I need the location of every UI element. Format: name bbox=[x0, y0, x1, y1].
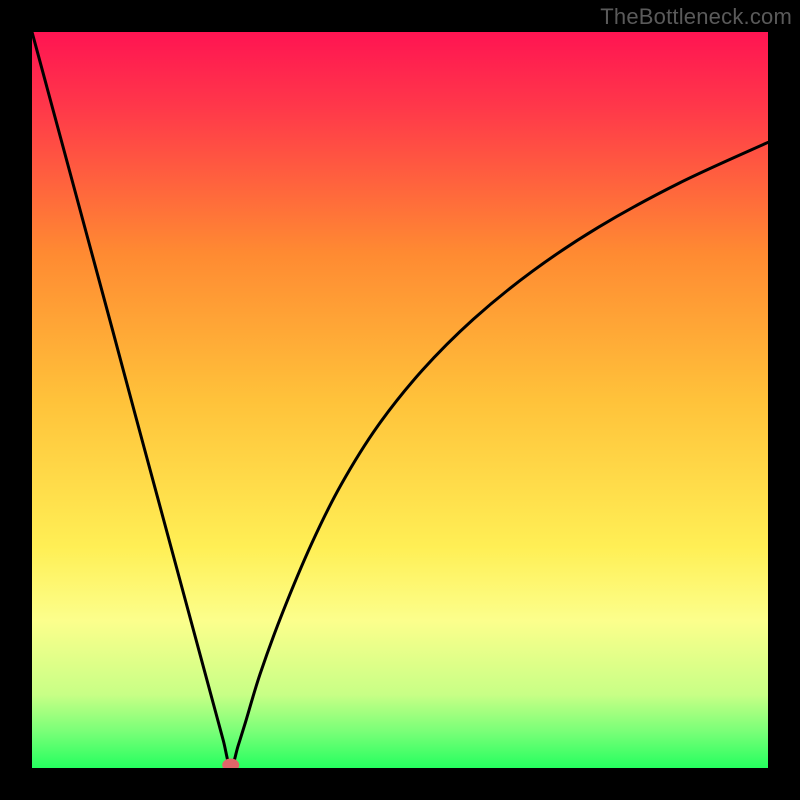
bottleneck-chart bbox=[32, 32, 768, 768]
watermark-text: TheBottleneck.com bbox=[600, 4, 792, 30]
chart-frame: TheBottleneck.com bbox=[0, 0, 800, 800]
minimum-marker bbox=[223, 759, 239, 768]
gradient-background bbox=[32, 32, 768, 768]
plot-area bbox=[32, 32, 768, 768]
